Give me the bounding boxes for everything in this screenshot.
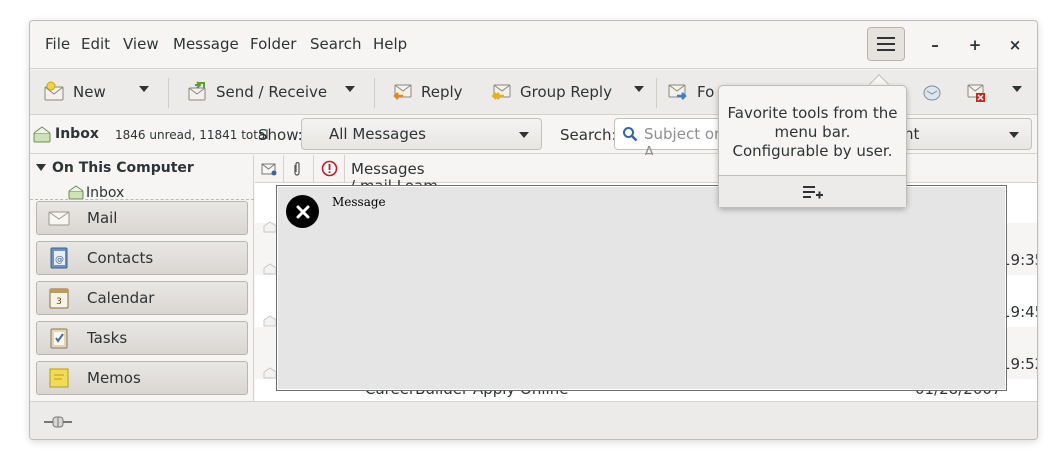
popover-text-line: menu bar. <box>774 123 851 141</box>
read-mail-icon <box>263 263 277 275</box>
add-tool-button[interactable] <box>719 175 906 207</box>
group-reply-dropdown-arrow[interactable] <box>634 86 644 92</box>
switcher-tasks-label: Tasks <box>87 329 128 347</box>
switcher-mail-label: Mail <box>87 209 118 227</box>
chevron-down-icon <box>1009 132 1019 138</box>
group-reply-label: Group Reply <box>520 83 612 101</box>
read-mail-icon <box>263 315 277 327</box>
close-window-button[interactable]: × <box>1002 33 1028 57</box>
group-reply-button[interactable]: Group Reply <box>490 79 612 105</box>
new-dropdown-arrow[interactable] <box>139 86 149 92</box>
status-column-icon[interactable] <box>261 162 277 176</box>
hamburger-icon <box>877 37 895 51</box>
popover-description: Favorite tools from the menu bar. Config… <box>719 104 906 161</box>
importance-icon[interactable] <box>321 160 338 177</box>
messages-column-header[interactable]: Messages <box>351 160 425 178</box>
switcher-mail-button[interactable]: Mail <box>36 201 248 235</box>
search-label: Search: <box>560 126 617 144</box>
evolution-window: File Edit View Message Folder Search Hel… <box>29 20 1038 440</box>
tree-divider <box>30 199 254 200</box>
toolbar-separator <box>168 78 169 108</box>
chevron-down-icon <box>519 132 529 138</box>
contacts-icon: @ <box>50 247 68 269</box>
menu-help[interactable]: Help <box>373 35 407 53</box>
offline-connection-icon[interactable] <box>44 416 72 428</box>
reply-icon <box>393 84 412 100</box>
mail-icon <box>48 211 70 226</box>
hamburger-popover: Favorite tools from the menu bar. Config… <box>718 85 907 208</box>
maximize-button[interactable]: + <box>962 33 988 57</box>
show-filter-value: All Messages <box>329 125 426 143</box>
attachment-icon[interactable] <box>292 161 302 177</box>
new-mail-icon <box>44 81 64 101</box>
expander-down-icon[interactable] <box>36 164 46 171</box>
more-tools-dropdown-arrow[interactable] <box>1012 86 1022 92</box>
hamburger-menu-button[interactable] <box>867 27 905 61</box>
junk-icon[interactable] <box>921 81 943 103</box>
reply-button[interactable]: Reply <box>391 79 463 105</box>
svg-text:3: 3 <box>56 297 62 307</box>
send-receive-button[interactable]: Send / Receive <box>186 79 327 105</box>
show-label: Show: <box>258 126 303 144</box>
send-receive-dropdown-arrow[interactable] <box>345 86 355 92</box>
tasks-icon <box>50 328 68 349</box>
svg-text:@: @ <box>55 255 64 265</box>
status-bar <box>30 401 1037 439</box>
reply-label: Reply <box>421 83 463 101</box>
new-label: New <box>73 83 106 101</box>
menu-message[interactable]: Message <box>173 35 239 53</box>
switcher-contacts-button[interactable]: @ Contacts <box>36 241 248 275</box>
tree-root-account[interactable]: On This Computer <box>52 160 194 176</box>
menu-file[interactable]: File <box>45 35 70 53</box>
close-icon[interactable] <box>286 195 319 228</box>
switcher-memos-label: Memos <box>87 369 141 387</box>
switcher-contacts-label: Contacts <box>87 249 154 267</box>
menu-bar: File Edit View Message Folder Search Hel… <box>30 21 1037 69</box>
search-icon <box>623 127 638 142</box>
popover-text-line: Configurable by user. <box>732 142 893 160</box>
forward-button[interactable]: Fo <box>667 79 714 105</box>
minimize-button[interactable]: – <box>922 33 948 57</box>
menu-folder[interactable]: Folder <box>250 35 296 53</box>
send-receive-icon <box>188 81 206 101</box>
menu-search[interactable]: Search <box>310 35 362 53</box>
send-receive-label: Send / Receive <box>216 83 328 101</box>
toolbar-separator <box>374 78 375 108</box>
overlay-title: Message <box>332 195 386 209</box>
switcher-calendar-label: Calendar <box>87 289 155 307</box>
show-filter-select[interactable]: All Messages <box>301 118 542 150</box>
switcher-tasks-button[interactable]: Tasks <box>36 321 248 355</box>
delete-icon[interactable] <box>965 81 987 103</box>
folder-counts: 1846 unread, 11841 total <box>115 128 269 142</box>
forward-icon <box>668 84 687 100</box>
toolbar-separator <box>656 78 657 108</box>
calendar-icon: 3 <box>49 288 69 309</box>
memos-icon <box>49 368 69 388</box>
switcher-memos-button[interactable]: Memos <box>36 361 248 395</box>
read-mail-icon <box>263 367 277 379</box>
switcher-calendar-button[interactable]: 3 Calendar <box>36 281 248 315</box>
column-divider <box>283 155 284 183</box>
column-divider <box>344 155 345 183</box>
search-input[interactable]: Subject or A <box>614 118 734 161</box>
group-reply-icon <box>491 84 511 100</box>
inbox-icon <box>33 126 51 143</box>
menu-view[interactable]: View <box>123 35 159 53</box>
list-add-icon <box>802 185 823 198</box>
sidebar: On This Computer Inbox Mail @ Contacts 3… <box>30 155 254 401</box>
popover-text-line: Favorite tools from the <box>727 104 898 122</box>
folder-name: Inbox <box>55 126 99 142</box>
message-overlay-panel: Message <box>276 185 1007 391</box>
read-mail-icon <box>263 221 277 233</box>
forward-label: Fo <box>697 83 715 101</box>
menu-edit[interactable]: Edit <box>81 35 110 53</box>
column-divider <box>313 155 314 183</box>
new-button[interactable]: New <box>43 79 106 105</box>
